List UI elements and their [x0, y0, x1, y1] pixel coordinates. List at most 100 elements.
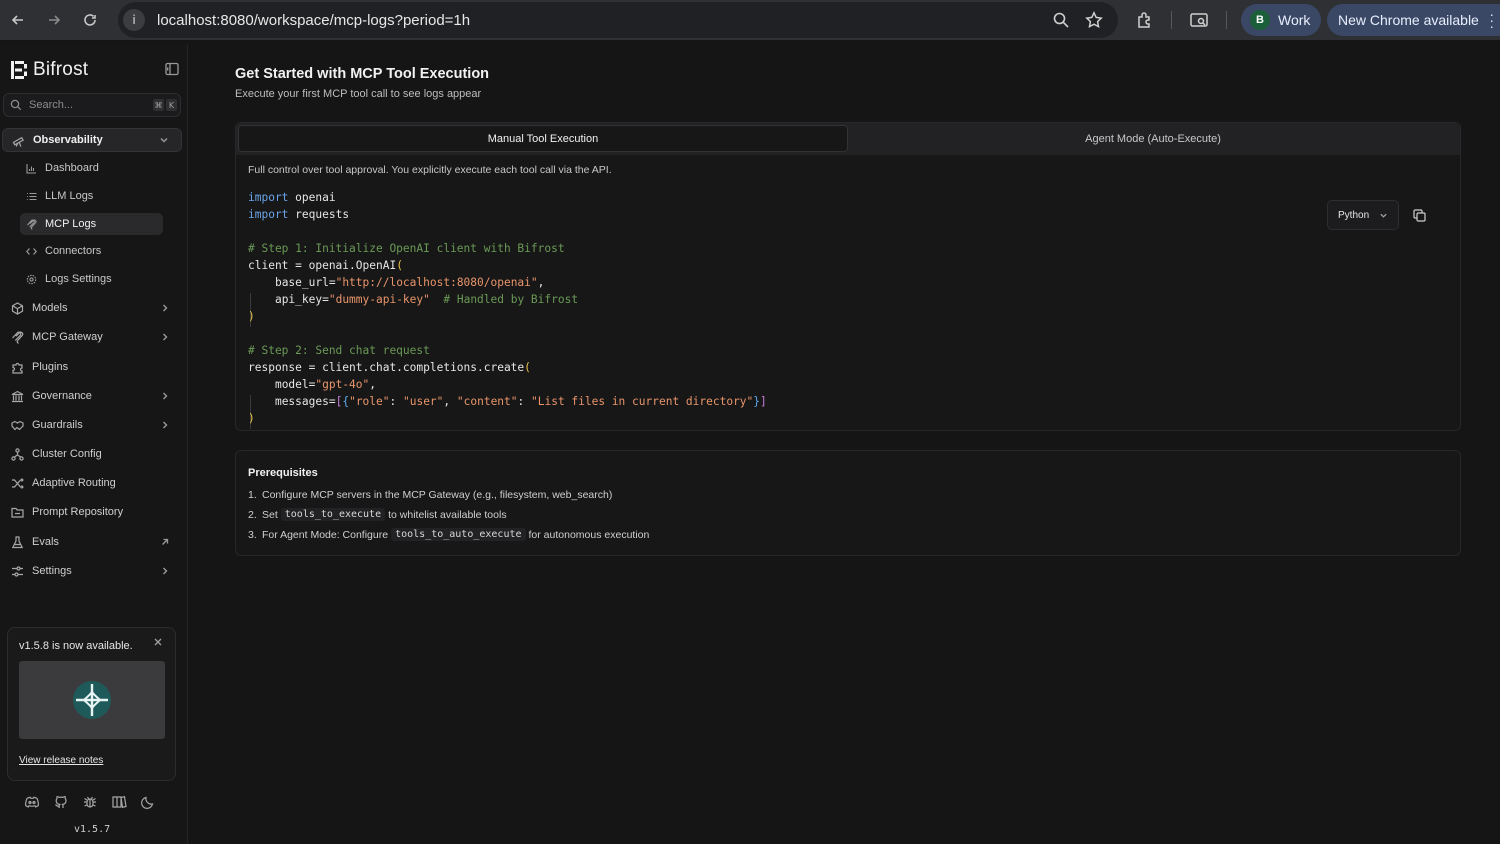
- code-text: api_key=: [274, 293, 329, 306]
- back-button[interactable]: [0, 0, 36, 40]
- sidebar-item-cluster-config[interactable]: Cluster Config: [2, 442, 182, 466]
- sidebar-item-governance[interactable]: Governance: [2, 384, 182, 408]
- sidebar-item-adaptive-routing[interactable]: Adaptive Routing: [2, 471, 182, 495]
- tab-search-icon[interactable]: [1189, 10, 1209, 30]
- list-item: 2. Set tools_to_execute to whitelist ava…: [248, 508, 507, 521]
- sidebar-item-label: Adaptive Routing: [32, 477, 116, 489]
- book-icon[interactable]: [111, 794, 127, 810]
- code-text: messages=: [274, 395, 336, 408]
- app-version: v1.5.7: [74, 824, 111, 835]
- sidebar-item-mcp-logs[interactable]: MCP Logs: [20, 213, 163, 235]
- code-comment: # Step 1: Initialize OpenAI client with …: [248, 242, 565, 255]
- release-notes-link[interactable]: View release notes: [19, 755, 103, 766]
- kebab-menu-icon[interactable]: · · ·: [1489, 7, 1494, 33]
- site-info-icon[interactable]: i: [123, 9, 145, 31]
- url-text[interactable]: localhost:8080/workspace/mcp-logs?period…: [157, 12, 470, 29]
- sidebar-item-label: MCP Gateway: [32, 331, 103, 343]
- reload-icon: [84, 14, 96, 26]
- close-icon[interactable]: [153, 637, 163, 647]
- external-link-icon: [162, 538, 169, 545]
- sidebar-item-label: Connectors: [45, 245, 102, 257]
- bug-icon[interactable]: [82, 794, 98, 810]
- moon-icon[interactable]: [140, 794, 156, 810]
- chevron-down-icon: [1380, 213, 1387, 218]
- sidebar: Bifrost Search... ⌘ K Observability Dash…: [0, 44, 188, 844]
- code-text: openai: [295, 191, 336, 204]
- code-string: "role": [349, 395, 390, 408]
- sidebar-item-models[interactable]: Models: [2, 296, 182, 320]
- code-text: model=: [274, 378, 316, 391]
- zoom-icon[interactable]: [1052, 11, 1070, 29]
- sidebar-item-label: Guardrails: [32, 419, 83, 431]
- code-bracket: ]: [760, 395, 767, 408]
- list-text: for autonomous execution: [528, 528, 650, 541]
- release-thumbnail[interactable]: [19, 661, 165, 739]
- nav-section-observability[interactable]: Observability: [2, 128, 182, 152]
- code-keyword: import: [248, 208, 289, 221]
- chevron-right-icon: [163, 333, 168, 341]
- bifrost-logo-icon: [11, 61, 27, 79]
- tab-agent-mode[interactable]: Agent Mode (Auto-Execute): [848, 125, 1458, 152]
- profile-button[interactable]: B Work: [1241, 4, 1321, 36]
- sidebar-item-plugins[interactable]: Plugins: [2, 355, 182, 379]
- chevron-right-icon: [163, 421, 168, 429]
- sidebar-item-label: Evals: [32, 536, 59, 548]
- brand-name: Bifrost: [33, 59, 89, 80]
- prerequisites-card: Prerequisites 1. Configure MCP servers i…: [235, 450, 1461, 556]
- page-title: Get Started with MCP Tool Execution: [235, 66, 490, 82]
- address-bar[interactable]: i localhost:8080/workspace/mcp-logs?peri…: [118, 2, 1118, 38]
- sliders-icon: [12, 565, 23, 577]
- code-line: api_key="dummy-api-key" # Handled by Bif…: [248, 291, 767, 308]
- forward-button[interactable]: [36, 0, 72, 40]
- shortcut-cmd-key: ⌘: [153, 99, 164, 111]
- flask-icon: [11, 535, 24, 548]
- copy-icon[interactable]: [1413, 209, 1426, 222]
- code-bracket: ): [248, 310, 255, 323]
- sidebar-item-guardrails[interactable]: Guardrails: [2, 413, 182, 437]
- sidebar-item-evals[interactable]: Evals: [2, 530, 182, 554]
- chevron-right-icon: [163, 304, 168, 312]
- search-placeholder: Search...: [29, 99, 74, 111]
- code-text: client = openai.OpenAI: [248, 259, 397, 272]
- github-icon[interactable]: [53, 794, 69, 810]
- extensions-icon[interactable]: [1135, 10, 1155, 30]
- chevron-right-icon: [163, 567, 168, 575]
- sidebar-item-llm-logs[interactable]: LLM Logs: [20, 185, 163, 207]
- sidebar-item-connectors[interactable]: Connectors: [20, 240, 163, 262]
- list-item: 1. Configure MCP servers in the MCP Gate…: [248, 489, 612, 501]
- sidebar-item-prompt-repository[interactable]: Prompt Repository: [2, 500, 182, 524]
- code-line: messages=[{"role": "user", "content": "L…: [274, 395, 767, 408]
- code-comment: # Handled by Bifrost: [443, 293, 579, 306]
- toolbar-divider: [1171, 11, 1172, 29]
- sidebar-item-settings[interactable]: Settings: [2, 559, 182, 583]
- list-item: 3. For Agent Mode: Configure tools_to_au…: [248, 528, 649, 541]
- sidebar-collapse-icon[interactable]: [165, 62, 179, 76]
- update-label: New Chrome available: [1338, 12, 1479, 28]
- release-logo-icon: [73, 681, 111, 719]
- code-icon: [26, 247, 37, 255]
- code-bracket: (: [396, 259, 403, 272]
- code-line: ): [248, 410, 767, 427]
- chevron-down-icon: [160, 138, 168, 143]
- update-chrome-button[interactable]: New Chrome available · · ·: [1327, 4, 1500, 36]
- discord-icon[interactable]: [24, 794, 40, 810]
- reload-button[interactable]: [72, 0, 108, 40]
- release-notification: v1.5.8 is now available. View release no…: [7, 627, 176, 781]
- bookmark-star-icon[interactable]: [1085, 11, 1103, 29]
- code-line: import openai: [248, 189, 767, 206]
- language-select[interactable]: Python: [1327, 200, 1399, 230]
- code-keyword: import: [248, 191, 289, 204]
- avatar: B: [1250, 10, 1270, 30]
- search-input[interactable]: Search... ⌘ K: [3, 93, 181, 117]
- tab-list: Manual Tool Execution Agent Mode (Auto-E…: [236, 123, 1460, 155]
- sidebar-item-mcp-gateway[interactable]: MCP Gateway: [2, 325, 182, 349]
- browser-toolbar: i localhost:8080/workspace/mcp-logs?peri…: [0, 0, 1500, 40]
- tab-manual-tool-execution[interactable]: Manual Tool Execution: [238, 125, 848, 152]
- sidebar-item-dashboard[interactable]: Dashboard: [20, 157, 163, 179]
- sidebar-item-logs-settings[interactable]: Logs Settings: [20, 268, 163, 290]
- brand[interactable]: Bifrost: [11, 59, 88, 81]
- list-icon: [27, 192, 37, 200]
- code-block[interactable]: import openai import requests # Step 1: I…: [248, 189, 767, 427]
- chart-icon: [26, 163, 36, 174]
